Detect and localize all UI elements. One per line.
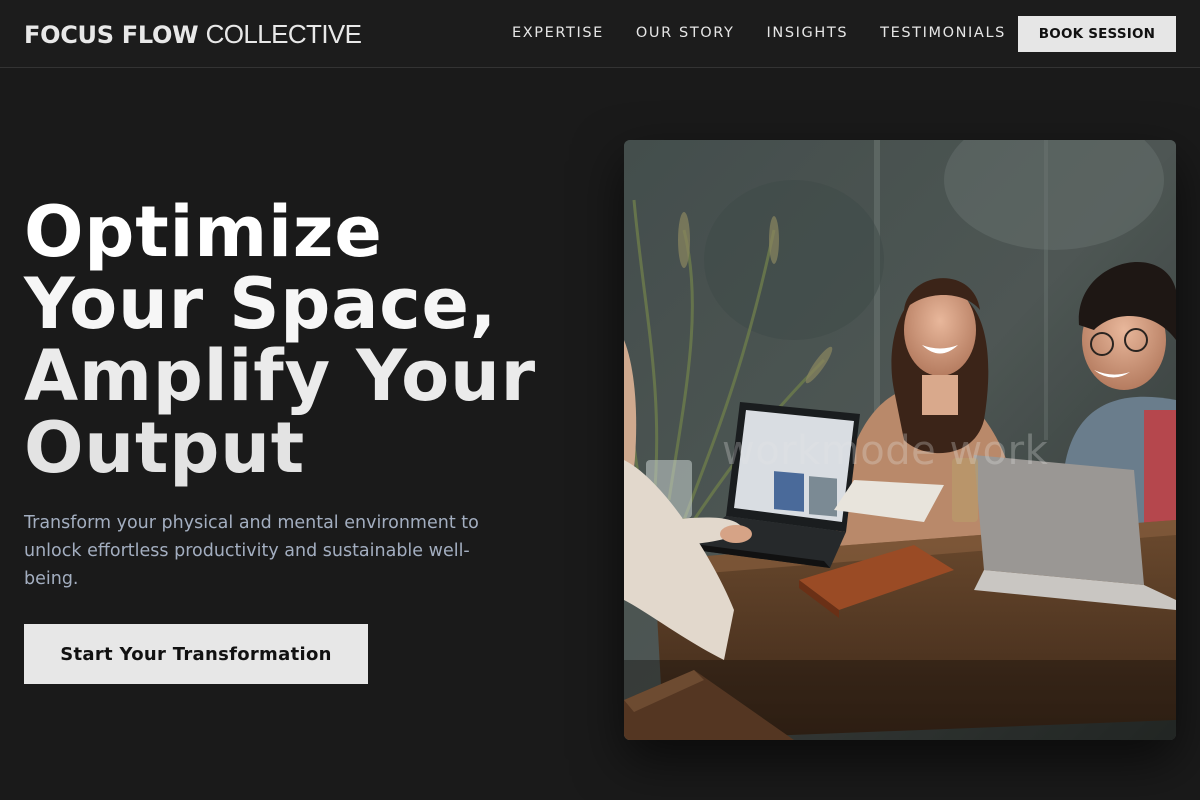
start-transformation-button[interactable]: Start Your Transformation — [24, 624, 368, 684]
image-watermark: workmode work — [722, 428, 1049, 474]
book-session-button[interactable]: BOOK SESSION — [1018, 16, 1176, 52]
brand-name-bold: FOCUS FLOW — [24, 21, 199, 49]
hero-subtext: Transform your physical and mental envir… — [24, 513, 479, 589]
nav-links: EXPERTISE OUR STORY INSIGHTS TESTIMONIAL… — [512, 25, 1038, 41]
headline-line-1: Optimize — [24, 191, 383, 273]
headline-line-4: Output — [24, 407, 306, 489]
hero-photo-coworking-team: workmode work — [624, 140, 1176, 740]
nav-link-testimonials[interactable]: TESTIMONIALS — [880, 25, 1006, 41]
headline-line-3: Amplify Your — [24, 335, 536, 417]
nav-link-insights[interactable]: INSIGHTS — [767, 25, 849, 41]
brand-logo[interactable]: FOCUS FLOW COLLECTIVE — [24, 19, 362, 50]
headline-line-2: Your Space, — [24, 263, 498, 345]
nav-link-expertise[interactable]: EXPERTISE — [512, 25, 604, 41]
nav-link-our-story[interactable]: OUR STORY — [636, 25, 735, 41]
brand-name-light: COLLECTIVE — [205, 19, 362, 49]
hero-headline: Optimize Your Space, Amplify Your Output — [24, 196, 604, 484]
top-navigation: FOCUS FLOW COLLECTIVE EXPERTISE OUR STOR… — [0, 0, 1200, 68]
